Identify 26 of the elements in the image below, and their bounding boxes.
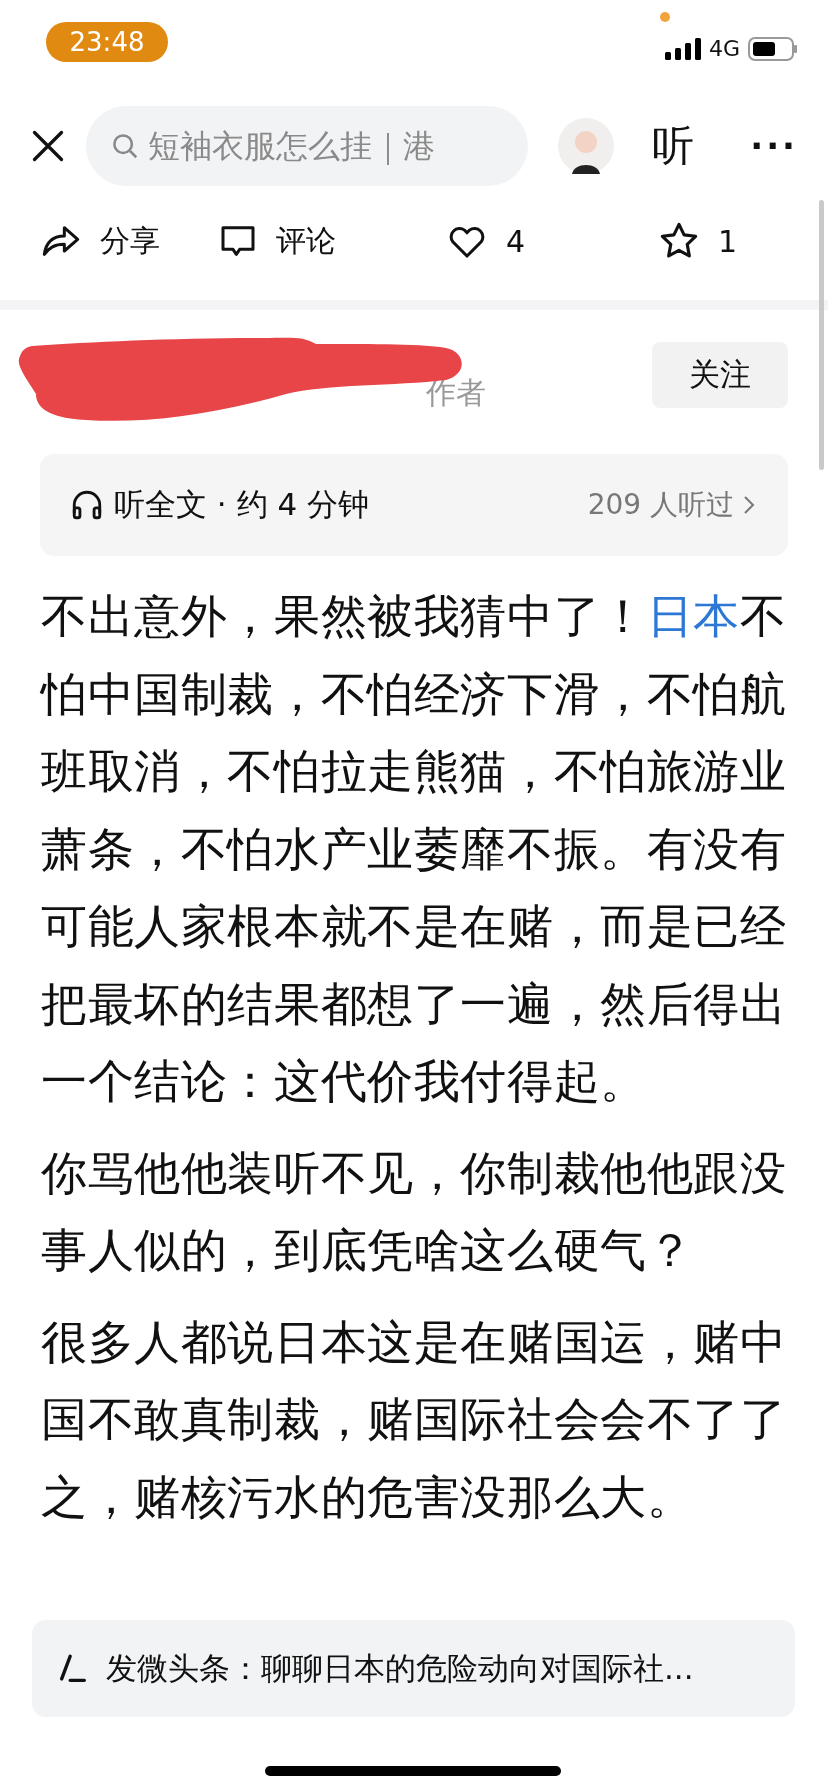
search-field[interactable]: 短袖衣服怎么挂｜港 [86,106,528,186]
article-paragraph: 很多人都说日本这是在赌国运，赌中国不敢真制裁，赌国际社会会不了了之，赌核污水的危害没那么大。 [41,1313,788,1526]
avatar[interactable] [558,118,614,174]
listen-bar[interactable]: 听全文 · 约 4 分钟 209 人听过 [40,454,788,556]
author-subtitle: 作者 [426,373,486,412]
privacy-indicator-icon [660,12,670,22]
network-label: 4G [708,36,740,61]
headphones-icon [70,488,104,522]
search-icon [110,131,140,161]
listen-count: 209 人听过 [587,486,756,524]
follow-button[interactable]: 关注 [652,342,788,408]
comment-button[interactable]: 评论 [218,220,446,262]
compose-bar[interactable]: 发微头条：聊聊日本的危险动向对国际社... [32,1620,795,1717]
close-icon[interactable] [30,128,66,164]
like-button[interactable]: 4 [446,221,658,261]
article-paragraph: 你骂他他装听不见，你制裁他他跟没事人似的，到底凭啥这么硬气？ [41,1144,788,1279]
topic-link[interactable]: 日本 [646,589,740,643]
battery-icon [748,36,798,61]
favorite-button[interactable]: 1 [658,220,778,262]
share-button[interactable]: 分享 [40,220,218,262]
more-button[interactable]: ··· [750,126,798,166]
signal-icon [664,37,701,60]
listen-button[interactable]: 听 [652,118,694,174]
listen-title: 听全文 · 约 4 分钟 [114,485,369,524]
status-time: 23:48 [46,22,168,62]
article-paragraph: 不出意外，果然被我猜中了！日本不怕中国制裁，不怕经济下滑，不怕航班取消，不怕拉走熊猫，不怕旅游业萧条，不怕水产业萎靡不振。有没有可能人家根本就不是在赌，而是已经把最坏的结果都想了一遍，然后得出一个结论：这代价我付得起。 [41,588,788,1110]
